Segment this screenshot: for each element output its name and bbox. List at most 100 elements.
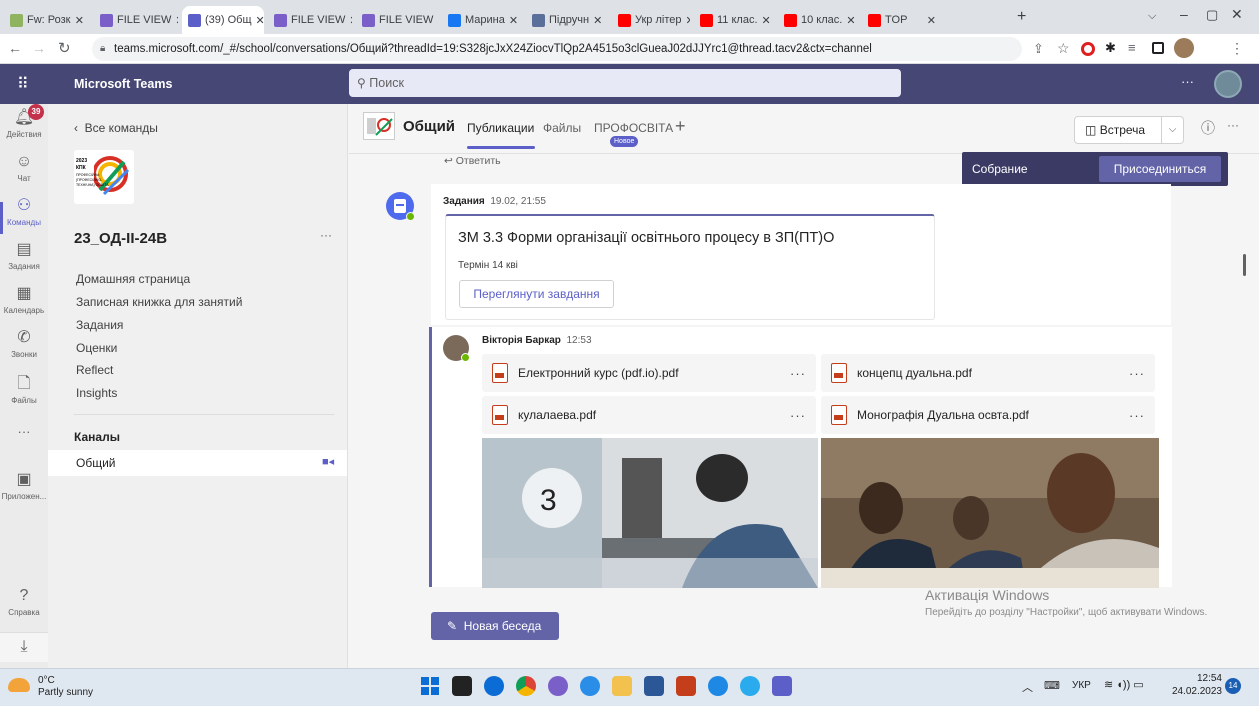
telegram-icon[interactable] <box>740 676 760 696</box>
app-bar-item[interactable]: ⚇ Команды <box>0 196 48 227</box>
browser-tab[interactable]: FILE VIEW✕ <box>268 6 352 34</box>
app-bar-item[interactable]: ▣ Приложен... <box>0 470 48 501</box>
search-taskbar-icon[interactable] <box>484 676 504 696</box>
tab-files[interactable]: Файлы <box>543 121 581 135</box>
skype-icon[interactable] <box>580 676 600 696</box>
app-bar-item[interactable]: ▤ Задания <box>0 240 48 271</box>
browser-tab[interactable]: (39) Общ ✕ <box>182 6 264 34</box>
app-bar-item[interactable]: ✆ Звонки <box>0 328 48 359</box>
new-tab-button[interactable]: + <box>1017 8 1026 26</box>
file-attachment[interactable]: Електронний курс (pdf.io).pdf ··· <box>482 354 816 392</box>
close-window-icon[interactable]: ✕ <box>1231 6 1243 23</box>
browser-tab[interactable]: Підручн ✕ <box>526 6 608 34</box>
browser-tab[interactable]: TOP ✕ <box>862 6 942 34</box>
view-assignment-button[interactable]: Переглянути завдання <box>459 280 614 308</box>
tab-posts[interactable]: Публикации <box>467 121 534 135</box>
team-nav-link[interactable]: Записная книжка для занятий <box>76 295 242 309</box>
channel-item-general[interactable]: Общий ■◂ <box>48 450 347 476</box>
weather-icon[interactable] <box>8 678 30 692</box>
share-icon[interactable]: ⇪ <box>1033 41 1044 57</box>
file-attachment[interactable]: концепц дуальна.pdf ··· <box>821 354 1155 392</box>
powerpoint-icon[interactable] <box>676 676 696 696</box>
network-volume-battery-icon[interactable]: ≋ ◖)) ▭ <box>1104 678 1144 691</box>
meet-dropdown-chevron-icon[interactable]: ⌵ <box>1162 116 1184 144</box>
url-bar[interactable]: 🔒︎ teams.microsoft.com/_#/school/convers… <box>92 37 1022 61</box>
browser-tab[interactable]: Fw: Розк ✕ <box>4 6 90 34</box>
reply-link[interactable]: ↩ Ответить <box>444 155 501 167</box>
team-more-icon[interactable]: ··· <box>320 228 332 242</box>
back-icon[interactable]: ← <box>8 40 22 56</box>
tab-close-icon[interactable]: ✕ <box>252 14 264 27</box>
app-bar-item[interactable]: 🗋︎ Файлы <box>0 374 48 405</box>
team-nav-link[interactable]: Задания <box>76 318 123 332</box>
app-bar-item[interactable]: 🔔︎ Действия 39 <box>0 104 48 139</box>
chrome-icon[interactable] <box>516 676 536 696</box>
edge-icon[interactable] <box>708 676 728 696</box>
join-button[interactable]: Присоединиться <box>1099 156 1221 182</box>
tray-chevron-icon[interactable]: ︿ <box>1022 679 1033 695</box>
team-nav-link[interactable]: Insights <box>76 386 117 400</box>
team-nav-link[interactable]: Домашняя страница <box>76 272 190 286</box>
profile-avatar[interactable] <box>1174 38 1194 58</box>
app-bar-item[interactable]: ··· <box>0 424 48 439</box>
restore-icon[interactable]: ▢ <box>1206 7 1218 23</box>
app-bar-item[interactable]: ? Справка <box>0 586 48 617</box>
user-avatar[interactable] <box>1214 70 1242 98</box>
sidepanel-icon[interactable] <box>1152 42 1164 54</box>
download-icon[interactable]: ⤓ <box>0 632 48 662</box>
extensions-icon[interactable]: ✱ <box>1105 40 1116 56</box>
teams-taskbar-icon[interactable] <box>772 676 792 696</box>
tab-close-icon[interactable]: ✕ <box>171 14 178 27</box>
tab-close-icon[interactable]: ✕ <box>71 14 84 27</box>
browser-tab[interactable]: FILE VIEW✕ <box>94 6 178 34</box>
keyboard-icon[interactable]: ⌨︎ <box>1044 679 1060 692</box>
tab-close-icon[interactable]: ✕ <box>923 14 936 27</box>
team-nav-link[interactable]: Оценки <box>76 341 117 355</box>
tab-close-icon[interactable]: ✕ <box>589 14 602 27</box>
tab-close-icon[interactable]: ✕ <box>505 14 518 27</box>
tab-profosvita[interactable]: ПРОФОСВІТА <box>594 121 673 135</box>
file-more-icon[interactable]: ··· <box>790 408 806 423</box>
browser-tab[interactable]: Марина ✕ <box>442 6 522 34</box>
browser-tab[interactable]: 11 клас. ✕ <box>694 6 774 34</box>
reading-list-icon[interactable]: ≡ <box>1128 40 1136 55</box>
all-teams-back-link[interactable]: ‹ Все команды <box>74 121 158 135</box>
app-launcher-icon[interactable]: ⠿ <box>17 74 29 94</box>
star-icon[interactable]: ☆ <box>1057 40 1070 57</box>
clock-date[interactable]: 24.02.2023 <box>1168 686 1222 697</box>
browser-menu-icon[interactable]: ⋮ <box>1230 40 1244 57</box>
app-bar-item[interactable]: ▦ Календарь <box>0 284 48 315</box>
file-more-icon[interactable]: ··· <box>790 366 806 381</box>
task-view-icon[interactable] <box>452 676 472 696</box>
reload-icon[interactable]: ↻ <box>58 39 71 57</box>
tab-close-icon[interactable]: ✕ <box>758 14 771 27</box>
file-attachment[interactable]: Монографія Дуальна освта.pdf ··· <box>821 396 1155 434</box>
tab-close-icon[interactable]: ✕ <box>842 14 855 27</box>
viber-icon[interactable] <box>548 676 568 696</box>
tab-search-icon[interactable]: ⌵ <box>1148 10 1156 23</box>
browser-tab[interactable]: Укр літер✕ <box>612 6 690 34</box>
file-more-icon[interactable]: ··· <box>1129 366 1145 381</box>
meet-button[interactable]: ◫ Встреча <box>1074 116 1162 144</box>
tab-close-icon[interactable]: ✕ <box>682 14 691 27</box>
channel-more-icon[interactable]: ··· <box>1227 118 1239 132</box>
clock-time[interactable]: 12:54 <box>1184 673 1222 684</box>
browser-tab[interactable]: FILE VIEW✕ <box>356 6 438 34</box>
minimize-icon[interactable]: – <box>1180 6 1188 22</box>
header-more-icon[interactable]: ··· <box>1181 74 1194 89</box>
scrollbar-thumb[interactable] <box>1243 254 1246 276</box>
notification-badge[interactable]: 14 <box>1225 678 1241 694</box>
tab-close-icon[interactable]: ✕ <box>433 14 438 27</box>
tab-close-icon[interactable]: ✕ <box>345 14 352 27</box>
browser-tab[interactable]: 10 клас. ✕ <box>778 6 858 34</box>
file-attachment[interactable]: кулалаева.pdf ··· <box>482 396 816 434</box>
team-nav-link[interactable]: Reflect <box>76 363 113 377</box>
file-explorer-icon[interactable] <box>612 676 632 696</box>
new-conversation-button[interactable]: ✎ Новая беседа <box>431 612 559 640</box>
app-bar-item[interactable]: ☺ Чат <box>0 152 48 183</box>
file-more-icon[interactable]: ··· <box>1129 408 1145 423</box>
add-tab-icon[interactable]: + <box>675 116 686 137</box>
search-input[interactable]: ⚲ Поиск <box>349 69 901 97</box>
language-indicator[interactable]: УКР <box>1072 680 1091 691</box>
start-icon[interactable] <box>420 676 440 696</box>
